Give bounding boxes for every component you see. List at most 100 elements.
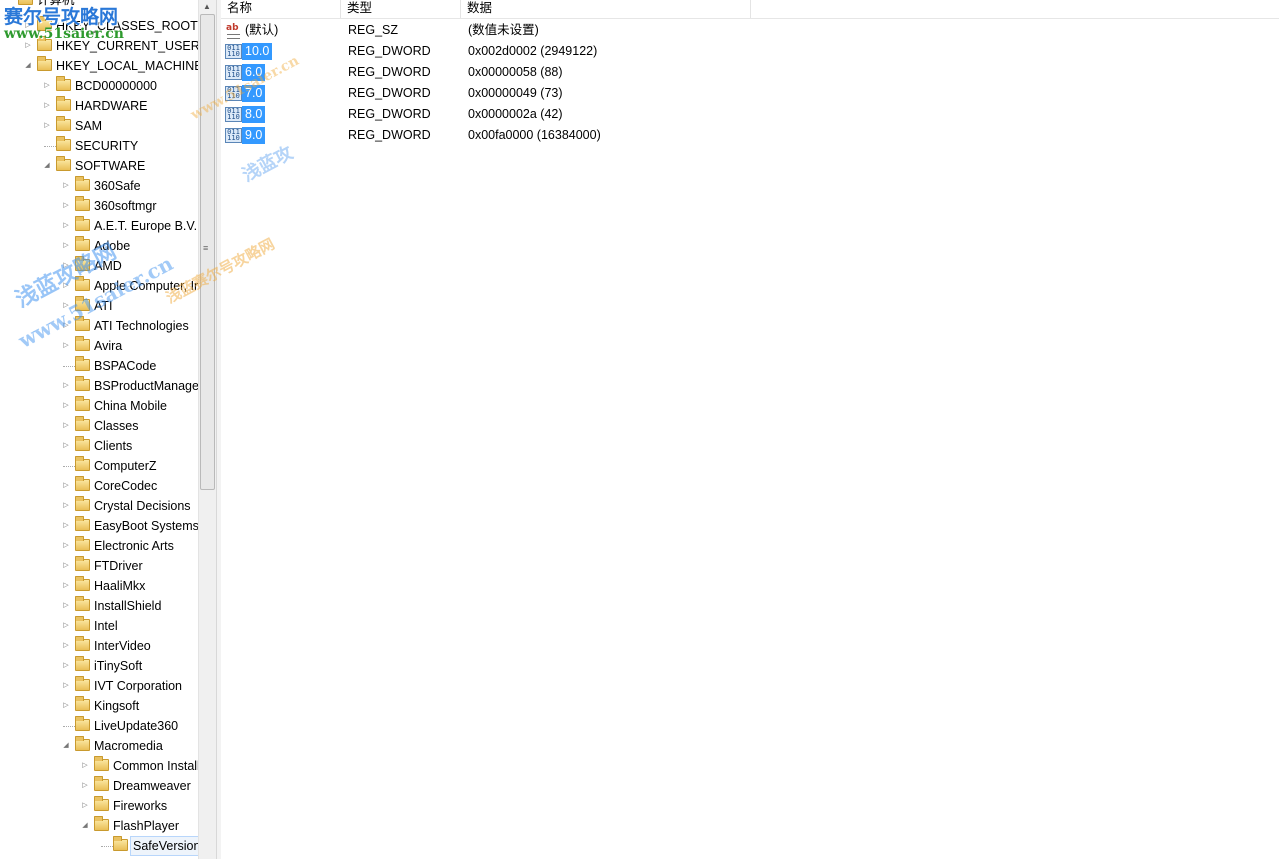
expand-arrow-icon[interactable]: ▷ [61, 236, 71, 256]
tree-node[interactable]: 计算机 [0, 0, 198, 10]
expand-arrow-icon[interactable]: ▷ [42, 76, 52, 96]
tree-connector [63, 466, 75, 467]
tree-node[interactable]: ▷ Classes [0, 416, 198, 436]
tree-node[interactable]: ▷ Adobe [0, 236, 198, 256]
expand-arrow-icon[interactable]: ▷ [61, 256, 71, 276]
tree-node[interactable]: ▷ BCD00000000 [0, 76, 198, 96]
expand-arrow-icon[interactable]: ▷ [61, 316, 71, 336]
value-row[interactable]: 011 110 9.0 REG_DWORD 0x00fa0000 (16384000) [221, 125, 1221, 146]
expand-arrow-icon[interactable]: ▷ [42, 116, 52, 136]
tree-node[interactable]: ▷ InstallShield [0, 596, 198, 616]
collapse-arrow-icon[interactable]: ◢ [23, 56, 33, 76]
tree-node[interactable]: ▷ InterVideo [0, 636, 198, 656]
value-type: REG_SZ [348, 23, 399, 37]
folder-icon [75, 356, 90, 371]
expand-arrow-icon[interactable]: ▷ [61, 176, 71, 196]
tree-node[interactable]: LiveUpdate360 [0, 716, 198, 736]
column-header-name[interactable]: 名称 [221, 0, 341, 18]
expand-arrow-icon[interactable]: ▷ [61, 296, 71, 316]
values-list[interactable]: 名称 类型 数据 ab (默认) REG_SZ (数值未设置) 011 110 10.0 RE… [221, 0, 1279, 859]
tree-node[interactable]: ▷ ATI [0, 296, 198, 316]
value-row[interactable]: 011 110 8.0 REG_DWORD 0x0000002a (42) [221, 104, 1221, 125]
expand-arrow-icon[interactable]: ▷ [80, 796, 90, 816]
tree-node[interactable]: ▷ Common Install [0, 756, 198, 776]
tree-node[interactable]: ◢ SOFTWARE [0, 156, 198, 176]
tree-node[interactable]: ComputerZ [0, 456, 198, 476]
tree-node[interactable]: ▷ CoreCodec [0, 476, 198, 496]
column-header-data[interactable]: 数据 [461, 0, 751, 18]
tree-node[interactable]: ▷ Apple Computer, Inc. [0, 276, 198, 296]
tree-node[interactable]: ▷ Intel [0, 616, 198, 636]
collapse-arrow-icon[interactable]: ◢ [61, 736, 71, 756]
expand-arrow-icon[interactable]: ▷ [61, 516, 71, 536]
tree-node[interactable]: SafeVersions [0, 836, 198, 856]
tree-node[interactable]: ▷ SAM [0, 116, 198, 136]
tree-node[interactable]: ▷ Electronic Arts [0, 536, 198, 556]
expand-arrow-icon[interactable]: ▷ [61, 216, 71, 236]
tree-node[interactable]: ▷ 360softmgr [0, 196, 198, 216]
registry-tree[interactable]: 计算机 ▷ HKEY_CLASSES_ROOT ▷ HKEY_CURRENT_USER ◢… [0, 0, 198, 859]
tree-node[interactable]: ▷ EasyBoot Systems [0, 516, 198, 536]
dword-value-icon: 011 110 [225, 65, 242, 80]
expand-arrow-icon[interactable]: ▷ [61, 636, 71, 656]
tree-node[interactable]: ▷ IVT Corporation [0, 676, 198, 696]
expand-arrow-icon[interactable]: ▷ [23, 16, 33, 36]
expand-arrow-icon[interactable]: ▷ [61, 596, 71, 616]
tree-node[interactable]: ▷ ATI Technologies [0, 316, 198, 336]
value-row[interactable]: 011 110 10.0 REG_DWORD 0x002d0002 (2949122) [221, 41, 1221, 62]
tree-node[interactable]: ▷ BSProductManage [0, 376, 198, 396]
expand-arrow-icon[interactable]: ▷ [61, 536, 71, 556]
expand-arrow-icon[interactable]: ▷ [61, 676, 71, 696]
tree-node[interactable]: ▷ HKEY_CURRENT_USER [0, 36, 198, 56]
expand-arrow-icon[interactable]: ▷ [61, 576, 71, 596]
expand-arrow-icon[interactable]: ▷ [61, 616, 71, 636]
expand-arrow-icon[interactable]: ▷ [61, 556, 71, 576]
expand-arrow-icon[interactable]: ▷ [61, 696, 71, 716]
expand-arrow-icon[interactable]: ▷ [80, 756, 90, 776]
tree-node[interactable]: ▷ iTinySoft [0, 656, 198, 676]
expand-arrow-icon[interactable]: ▷ [61, 436, 71, 456]
value-row[interactable]: 011 110 7.0 REG_DWORD 0x00000049 (73) [221, 83, 1221, 104]
tree-scrollbar[interactable]: ▲ ≡ [198, 0, 216, 859]
tree-node[interactable]: ▷ Dreamweaver [0, 776, 198, 796]
collapse-arrow-icon[interactable]: ◢ [42, 156, 52, 176]
expand-arrow-icon[interactable]: ▷ [42, 96, 52, 116]
expand-arrow-icon[interactable]: ▷ [23, 36, 33, 56]
expand-arrow-icon[interactable]: ▷ [61, 496, 71, 516]
value-row[interactable]: 011 110 6.0 REG_DWORD 0x00000058 (88) [221, 62, 1221, 83]
tree-node[interactable]: ◢ Macromedia [0, 736, 198, 756]
tree-node[interactable]: ◢ HKEY_LOCAL_MACHINE [0, 56, 198, 76]
tree-node[interactable]: ▷ HaaliMkx [0, 576, 198, 596]
expand-arrow-icon[interactable]: ▷ [61, 336, 71, 356]
expand-arrow-icon[interactable]: ▷ [80, 776, 90, 796]
column-header-type[interactable]: 类型 [341, 0, 461, 18]
scroll-up-arrow-icon[interactable]: ▲ [203, 2, 211, 11]
expand-arrow-icon[interactable]: ▷ [61, 376, 71, 396]
tree-node[interactable]: ▷ AMD [0, 256, 198, 276]
expand-arrow-icon[interactable]: ▷ [61, 416, 71, 436]
tree-node[interactable]: ▷ Avira [0, 336, 198, 356]
tree-node[interactable]: ▷ Kingsoft [0, 696, 198, 716]
expand-arrow-icon[interactable]: ▷ [61, 276, 71, 296]
tree-node[interactable]: ▷ Fireworks [0, 796, 198, 816]
collapse-arrow-icon[interactable]: ◢ [80, 816, 90, 836]
expand-arrow-icon[interactable]: ▷ [61, 396, 71, 416]
tree-node[interactable]: ◢ FlashPlayer [0, 816, 198, 836]
tree-node[interactable]: ▷ FTDriver [0, 556, 198, 576]
tree-node-label: Common Install [113, 759, 198, 773]
tree-node[interactable]: ▷ China Mobile [0, 396, 198, 416]
tree-node[interactable]: ▷ Crystal Decisions [0, 496, 198, 516]
expand-arrow-icon[interactable]: ▷ [61, 196, 71, 216]
expand-arrow-icon[interactable]: ▷ [61, 476, 71, 496]
tree-node[interactable]: ▷ 360Safe [0, 176, 198, 196]
tree-node[interactable]: SECURITY [0, 136, 198, 156]
folder-icon [75, 696, 90, 711]
tree-node[interactable]: ▷ A.E.T. Europe B.V. [0, 216, 198, 236]
folder-icon [75, 396, 90, 411]
tree-node[interactable]: ▷ HKEY_CLASSES_ROOT [0, 16, 198, 36]
tree-node[interactable]: ▷ Clients [0, 436, 198, 456]
tree-node[interactable]: BSPACode [0, 356, 198, 376]
expand-arrow-icon[interactable]: ▷ [61, 656, 71, 676]
value-row[interactable]: ab (默认) REG_SZ (数值未设置) [221, 20, 1221, 41]
tree-node[interactable]: ▷ HARDWARE [0, 96, 198, 116]
